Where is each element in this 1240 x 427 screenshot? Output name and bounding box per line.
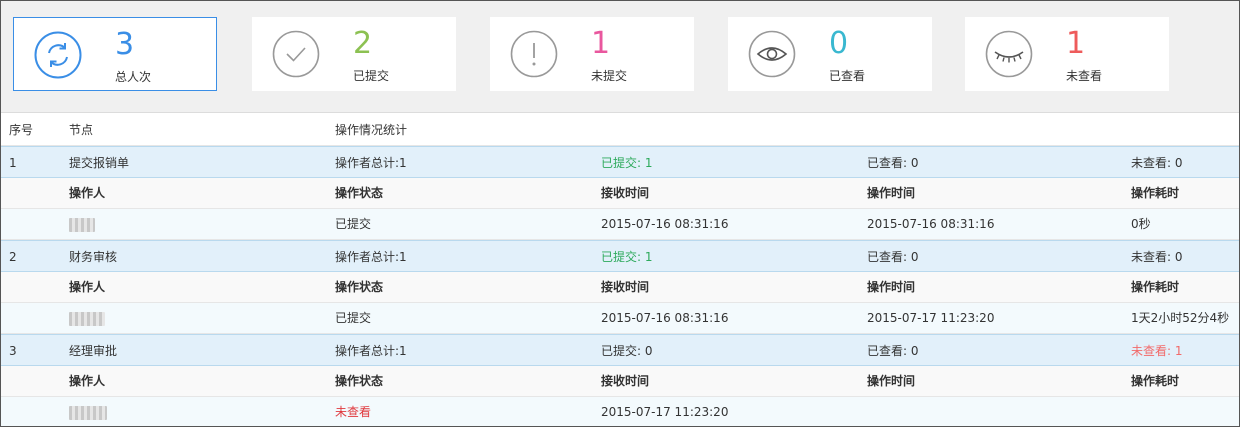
node-submitted: 已提交: 1 xyxy=(601,250,653,264)
duration: 1天2小时52分4秒 xyxy=(1131,311,1230,325)
col-received: 接收时间 xyxy=(601,280,650,294)
operator-table-header: 操作人 操作状态 接收时间 操作时间 操作耗时 xyxy=(1,366,1239,397)
refresh-icon xyxy=(34,31,82,79)
operator-table-header: 操作人 操作状态 接收时间 操作时间 操作耗时 xyxy=(1,272,1239,303)
stat-card-not-submitted[interactable]: 1 未提交 xyxy=(490,17,694,91)
col-duration: 操作耗时 xyxy=(1131,374,1180,388)
col-received: 接收时间 xyxy=(601,186,650,200)
stat-card-viewed[interactable]: 0 已查看 xyxy=(728,17,932,91)
node-name: 财务审核 xyxy=(69,250,118,264)
node-viewed: 已查看: 0 xyxy=(867,344,919,358)
node-total: 操作者总计:1 xyxy=(335,156,407,170)
col-status: 操作状态 xyxy=(335,186,384,200)
node-total: 操作者总计:1 xyxy=(335,344,407,358)
check-circle-icon xyxy=(272,30,320,78)
stat-card-submitted[interactable]: 2 已提交 xyxy=(252,17,456,91)
header-stats: 操作情况统计 xyxy=(335,123,408,137)
col-duration: 操作耗时 xyxy=(1131,186,1180,200)
stat-label: 总人次 xyxy=(115,70,152,84)
stat-card-not-viewed[interactable]: 1 未查看 xyxy=(965,17,1169,91)
stat-value: 2 xyxy=(353,26,373,61)
stats-bar: 3 总人次 2 已提交 1 未提交 0 已查看 1 未查看 xyxy=(1,1,1239,113)
node-name: 经理审批 xyxy=(69,344,118,358)
col-status: 操作状态 xyxy=(335,374,384,388)
node-viewed: 已查看: 0 xyxy=(867,156,919,170)
stat-card-total[interactable]: 3 总人次 xyxy=(13,17,217,91)
node-seq: 3 xyxy=(9,344,17,358)
node-submitted: 已提交: 0 xyxy=(601,344,653,358)
col-duration: 操作耗时 xyxy=(1131,280,1180,294)
node-row[interactable]: 3 经理审批 操作者总计:1 已提交: 0 已查看: 0 未查看: 1 xyxy=(1,334,1239,366)
col-operated: 操作时间 xyxy=(867,374,916,388)
node-seq: 2 xyxy=(9,250,17,264)
col-operator: 操作人 xyxy=(69,374,106,388)
operator-name-redacted xyxy=(69,303,105,334)
operator-name-redacted xyxy=(69,397,107,426)
eye-icon xyxy=(748,30,796,78)
operated-time: 2015-07-16 08:31:16 xyxy=(867,217,995,231)
node-viewed: 已查看: 0 xyxy=(867,250,919,264)
stat-value: 3 xyxy=(115,27,135,62)
col-operator: 操作人 xyxy=(69,280,106,294)
received-time: 2015-07-16 08:31:16 xyxy=(601,217,729,231)
stat-label: 未提交 xyxy=(591,69,628,83)
received-time: 2015-07-17 11:23:20 xyxy=(601,405,729,419)
node-seq: 1 xyxy=(9,156,17,170)
node-row[interactable]: 1 提交报销单 操作者总计:1 已提交: 1 已查看: 0 未查看: 0 xyxy=(1,146,1239,178)
received-time: 2015-07-16 08:31:16 xyxy=(601,311,729,325)
operator-table-header: 操作人 操作状态 接收时间 操作时间 操作耗时 xyxy=(1,178,1239,209)
header-seq: 序号 xyxy=(9,123,34,137)
operation-stats-panel: 3 总人次 2 已提交 1 未提交 0 已查看 1 未查看 序号 节点 操作情况… xyxy=(0,0,1240,427)
col-received: 接收时间 xyxy=(601,374,650,388)
exclamation-circle-icon xyxy=(510,30,558,78)
col-operated: 操作时间 xyxy=(867,186,916,200)
table-header: 序号 节点 操作情况统计 xyxy=(1,114,1239,146)
stat-label: 已查看 xyxy=(829,69,866,83)
operator-name-redacted xyxy=(69,209,95,240)
node-row[interactable]: 2 财务审核 操作者总计:1 已提交: 1 已查看: 0 未查看: 0 xyxy=(1,240,1239,272)
operator-status: 未查看 xyxy=(335,405,372,419)
node-not-viewed: 未查看: 1 xyxy=(1131,344,1183,358)
operator-status: 已提交 xyxy=(335,311,372,325)
stat-value: 1 xyxy=(591,26,611,61)
header-node: 节点 xyxy=(69,123,94,137)
stat-label: 已提交 xyxy=(353,69,390,83)
operation-table: 序号 节点 操作情况统计 1 提交报销单 操作者总计:1 已提交: 1 已查看:… xyxy=(1,114,1239,426)
node-total: 操作者总计:1 xyxy=(335,250,407,264)
duration: 0秒 xyxy=(1131,217,1151,231)
stat-value: 1 xyxy=(1066,26,1086,61)
operator-row: 未查看 2015-07-17 11:23:20 xyxy=(1,397,1239,426)
operator-status: 已提交 xyxy=(335,217,372,231)
eye-closed-icon xyxy=(985,30,1033,78)
operator-row: 已提交 2015-07-16 08:31:16 2015-07-16 08:31… xyxy=(1,209,1239,240)
node-name: 提交报销单 xyxy=(69,156,130,170)
stat-label: 未查看 xyxy=(1066,69,1103,83)
col-operated: 操作时间 xyxy=(867,280,916,294)
col-operator: 操作人 xyxy=(69,186,106,200)
node-submitted: 已提交: 1 xyxy=(601,156,653,170)
node-not-viewed: 未查看: 0 xyxy=(1131,250,1183,264)
operated-time: 2015-07-17 11:23:20 xyxy=(867,311,995,325)
col-status: 操作状态 xyxy=(335,280,384,294)
operator-row: 已提交 2015-07-16 08:31:16 2015-07-17 11:23… xyxy=(1,303,1239,334)
stat-value: 0 xyxy=(829,26,849,61)
node-not-viewed: 未查看: 0 xyxy=(1131,156,1183,170)
